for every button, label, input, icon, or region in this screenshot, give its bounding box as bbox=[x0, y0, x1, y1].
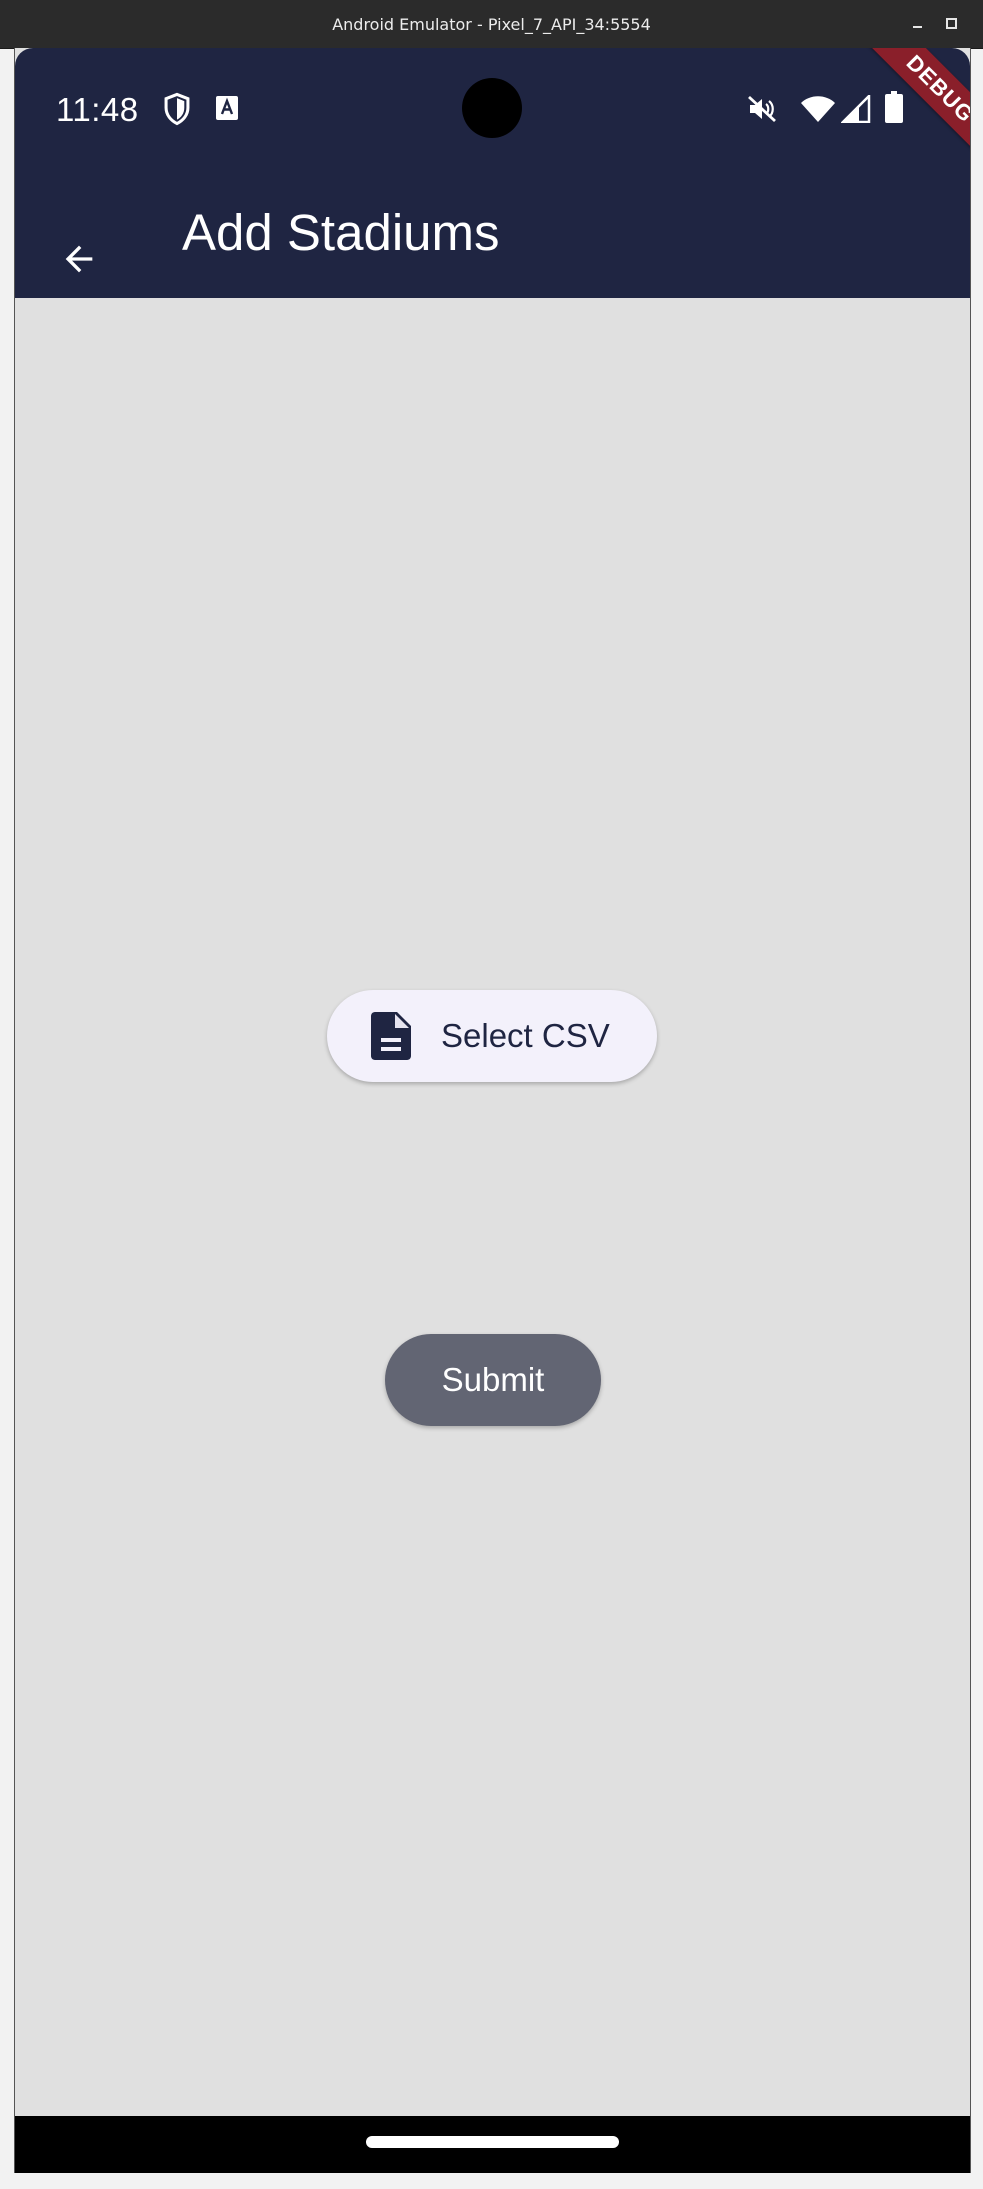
battery-icon bbox=[885, 91, 903, 123]
front-camera bbox=[462, 78, 522, 138]
phone-screen: 11:48 DEBUG Add Stadiums Select CSV Subm… bbox=[14, 48, 971, 2173]
back-button[interactable] bbox=[51, 231, 107, 287]
shield-icon bbox=[164, 92, 190, 126]
debug-banner: DEBUG bbox=[859, 48, 970, 170]
emulator-window: Android Emulator - Pixel_7_API_34:5554 1… bbox=[0, 0, 983, 2189]
window-titlebar: Android Emulator - Pixel_7_API_34:5554 bbox=[0, 0, 983, 49]
select-csv-button[interactable]: Select CSV bbox=[327, 990, 657, 1082]
content-area bbox=[15, 298, 970, 2164]
maximize-button[interactable] bbox=[940, 12, 962, 34]
navigation-bar bbox=[15, 2116, 970, 2173]
signal-icon bbox=[841, 95, 871, 123]
page-title: Add Stadiums bbox=[182, 204, 500, 261]
text-a-icon bbox=[216, 96, 238, 120]
status-time: 11:48 bbox=[56, 91, 139, 128]
submit-button[interactable]: Submit bbox=[385, 1334, 601, 1426]
minimize-button[interactable] bbox=[906, 12, 928, 34]
arrow-back-icon bbox=[65, 245, 93, 273]
window-title: Android Emulator - Pixel_7_API_34:5554 bbox=[332, 14, 651, 34]
app-bar: 11:48 DEBUG Add Stadiums bbox=[15, 48, 970, 298]
select-csv-label: Select CSV bbox=[441, 1017, 610, 1054]
home-gesture-handle[interactable] bbox=[366, 2136, 619, 2148]
mute-icon bbox=[748, 95, 776, 123]
wifi-icon bbox=[801, 96, 835, 122]
file-document-icon bbox=[371, 1012, 411, 1060]
